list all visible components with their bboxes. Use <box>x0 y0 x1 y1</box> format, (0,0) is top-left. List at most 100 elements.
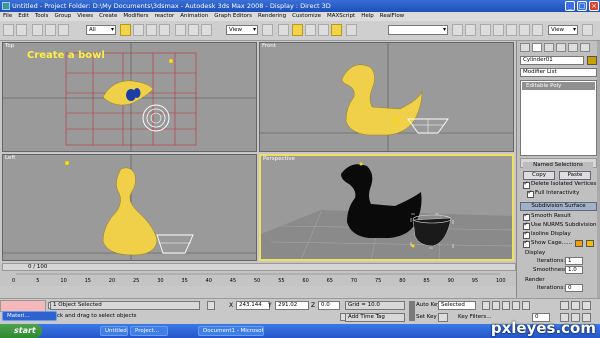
menu-reactor[interactable]: reactor <box>155 12 175 21</box>
display-tab-icon[interactable] <box>568 43 578 52</box>
redo-icon[interactable] <box>16 24 27 36</box>
render-iterations-spinner[interactable]: 0 <box>565 284 583 292</box>
render-type-dropdown[interactable]: View <box>548 25 578 35</box>
select-move-icon[interactable] <box>175 24 186 36</box>
unlink-icon[interactable] <box>45 24 56 36</box>
edit-named-selections-icon[interactable] <box>346 24 357 36</box>
show-cage-checkbox[interactable]: Show Cage...... <box>523 239 572 248</box>
percent-snap-icon[interactable] <box>318 24 329 36</box>
bind-space-warp-icon[interactable] <box>58 24 69 36</box>
menu-maxscript[interactable]: MAXScript <box>327 12 355 21</box>
copy-button[interactable]: Copy <box>523 171 555 180</box>
time-slider[interactable] <box>2 263 516 271</box>
delete-isolated-vertices-checkbox[interactable]: Delete Isolated Vertices <box>523 180 596 189</box>
use-nurms-checkbox[interactable]: Use NURMS Subdivision <box>523 221 596 230</box>
material-editor-icon[interactable] <box>519 24 530 36</box>
menu-help[interactable]: Help <box>361 12 374 21</box>
iterations-spinner[interactable]: 1 <box>565 257 583 265</box>
spinner-snap-icon[interactable] <box>331 24 342 36</box>
x-coordinate-field[interactable]: 243.144 <box>236 301 270 310</box>
hierarchy-tab-icon[interactable] <box>544 43 554 52</box>
key-set-dropdown[interactable]: Selected <box>438 301 476 310</box>
rectangular-selection-icon[interactable] <box>146 24 157 36</box>
close-button[interactable]: × <box>589 1 599 11</box>
full-interactivity-checkbox[interactable]: Full Interactivity <box>527 189 579 198</box>
menu-animation[interactable]: Animation <box>180 12 208 21</box>
minimize-button[interactable]: _ <box>565 1 575 11</box>
render-setup-icon[interactable] <box>532 24 543 36</box>
menu-modifiers[interactable]: Modifiers <box>123 12 148 21</box>
viewport-front[interactable]: Front <box>259 42 514 152</box>
lock-selection-icon[interactable] <box>207 301 215 310</box>
viewport-top[interactable]: Top Create a bowl <box>2 42 257 152</box>
motion-tab-icon[interactable] <box>556 43 566 52</box>
align-icon[interactable] <box>465 24 476 36</box>
menu-rendering[interactable]: Rendering <box>258 12 286 21</box>
quick-render-icon[interactable] <box>582 24 593 36</box>
create-tab-icon[interactable] <box>520 43 530 52</box>
set-key-button[interactable]: Set Key <box>416 314 437 320</box>
auto-key-button[interactable]: Auto Key <box>416 302 441 308</box>
smooth-result-checkbox[interactable]: Smooth Result <box>523 212 571 221</box>
z-coordinate-field[interactable]: 0.0 <box>318 301 340 310</box>
reference-coordinate-dropdown[interactable]: View <box>226 25 258 35</box>
select-rotate-icon[interactable] <box>188 24 199 36</box>
task-document[interactable]: Document1 - Microsof... <box>198 326 264 336</box>
select-by-name-icon[interactable] <box>133 24 144 36</box>
task-untitled[interactable]: Untitled - ... <box>100 326 128 336</box>
menu-tools[interactable]: Tools <box>35 12 49 21</box>
cage-color-swatch[interactable] <box>575 240 583 247</box>
start-button[interactable]: start <box>0 324 42 338</box>
named-selection-sets-dropdown[interactable] <box>388 25 448 35</box>
menu-customize[interactable]: Customize <box>292 12 321 21</box>
isoline-display-checkbox[interactable]: Isoline Display <box>523 230 571 239</box>
menu-create[interactable]: Create <box>99 12 117 21</box>
previous-frame-icon[interactable] <box>492 301 500 310</box>
curve-editor-icon[interactable] <box>493 24 504 36</box>
zoom-all-icon[interactable] <box>571 301 580 310</box>
menu-graph-editors[interactable]: Graph Editors <box>214 12 252 21</box>
schematic-view-icon[interactable] <box>506 24 517 36</box>
menu-realflow[interactable]: RealFlow <box>380 12 404 21</box>
play-icon[interactable] <box>502 301 510 310</box>
utilities-tab-icon[interactable] <box>580 43 590 52</box>
viewport-left[interactable]: Left <box>2 154 257 261</box>
pivot-center-icon[interactable] <box>262 24 273 36</box>
add-time-tag-button[interactable]: Add Time Tag <box>345 313 405 322</box>
menu-group[interactable]: Group <box>54 12 71 21</box>
cage-selection-color-swatch[interactable] <box>586 240 594 247</box>
next-frame-icon[interactable] <box>512 301 520 310</box>
select-manipulate-icon[interactable] <box>278 24 289 36</box>
window-crossing-icon[interactable] <box>159 24 170 36</box>
viewport-perspective[interactable]: Perspective <box>259 154 514 261</box>
selection-filter-dropdown[interactable]: All <box>86 25 116 35</box>
select-scale-icon[interactable] <box>201 24 212 36</box>
subdivision-surface-rollout[interactable]: Subdivision Surface <box>520 202 597 211</box>
key-filters-button[interactable]: Key Filters... <box>458 314 491 320</box>
angle-snap-icon[interactable] <box>305 24 316 36</box>
modifier-stack-item[interactable]: Editable Poly <box>522 82 595 90</box>
smoothness-spinner[interactable]: 1.0 <box>565 266 583 274</box>
mirror-icon[interactable] <box>452 24 463 36</box>
object-name-field[interactable]: Cylinder01 <box>520 56 584 65</box>
menu-views[interactable]: Views <box>77 12 93 21</box>
paste-button[interactable]: Paste <box>559 171 591 180</box>
zoom-extents-icon[interactable] <box>582 301 591 310</box>
undo-icon[interactable] <box>3 24 14 36</box>
key-icon[interactable] <box>438 313 448 322</box>
goto-start-icon[interactable] <box>482 301 490 310</box>
modify-tab-icon[interactable] <box>532 43 542 52</box>
layer-manager-icon[interactable] <box>480 24 491 36</box>
task-project[interactable]: Project... <box>130 326 168 336</box>
snap-toggle-icon[interactable] <box>292 24 303 36</box>
modifier-list-dropdown[interactable]: Modifier List <box>520 68 597 77</box>
goto-end-icon[interactable] <box>522 301 530 310</box>
maximize-button[interactable]: □ <box>577 1 587 11</box>
object-color-swatch[interactable] <box>587 56 597 65</box>
y-coordinate-field[interactable]: 291.02 <box>275 301 309 310</box>
link-icon[interactable] <box>32 24 43 36</box>
select-object-icon[interactable] <box>120 24 131 36</box>
material-editor-task[interactable]: Materi... <box>2 311 57 321</box>
menu-edit[interactable]: Edit <box>18 12 29 21</box>
zoom-icon[interactable] <box>560 301 569 310</box>
